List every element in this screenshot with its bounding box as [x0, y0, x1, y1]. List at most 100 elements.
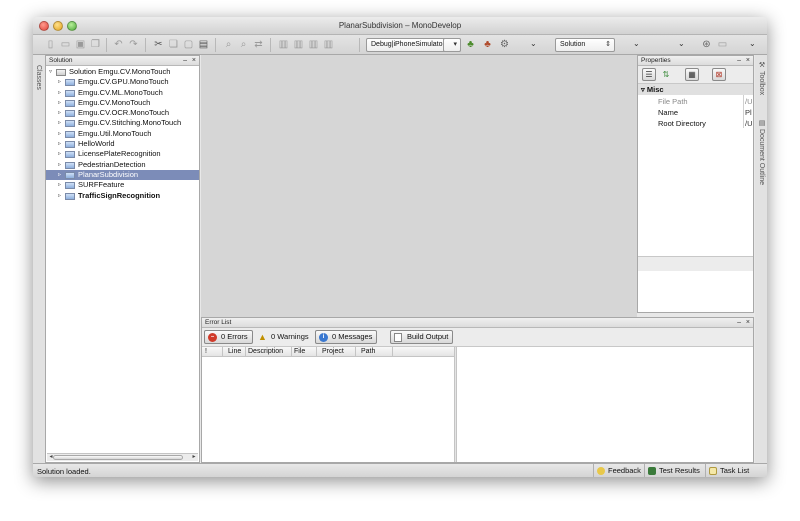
- project-node[interactable]: ▹ PedestrianDetection: [46, 160, 199, 170]
- project-node[interactable]: ▹ Emgu.CV.ML.MonoTouch: [46, 88, 199, 98]
- category-label: Misc: [646, 85, 664, 94]
- save-icon[interactable]: ▣: [75, 39, 86, 50]
- collapse-triangle-icon[interactable]: ▹: [58, 170, 61, 180]
- column-project[interactable]: Project: [322, 348, 344, 355]
- minimize-pad-icon[interactable]: –: [183, 57, 187, 64]
- toolbar-overflow-chevron-icon[interactable]: ⌄: [633, 39, 640, 48]
- cut-icon[interactable]: ✂: [153, 39, 164, 50]
- collapse-triangle-icon[interactable]: ▹: [58, 118, 61, 128]
- property-name: Root Directory: [658, 119, 706, 128]
- project-node[interactable]: ▹ HelloWorld: [46, 139, 199, 149]
- events-view-button[interactable]: ⊠: [712, 68, 726, 81]
- properties-view-button[interactable]: ▦: [685, 68, 699, 81]
- copy-icon[interactable]: ❏: [168, 39, 179, 50]
- paste-icon[interactable]: ▢: [183, 39, 194, 50]
- solution-root-node[interactable]: ▿ Solution Emgu.CV.MonoTouch: [46, 67, 199, 77]
- project-node[interactable]: ▹ TrafficSignRecognition: [46, 191, 199, 201]
- column-description[interactable]: Description: [248, 348, 283, 355]
- minimize-pad-icon[interactable]: –: [737, 57, 741, 64]
- collapse-triangle-icon[interactable]: ▹: [58, 180, 61, 190]
- collapse-triangle-icon[interactable]: ▹: [58, 88, 61, 98]
- project-node[interactable]: ▹ Emgu.CV.OCR.MonoTouch: [46, 108, 199, 118]
- collapse-triangle-icon[interactable]: ▹: [58, 139, 61, 149]
- expand-triangle-icon[interactable]: ▿: [49, 67, 52, 77]
- alphabetical-view-button[interactable]: ⇅: [659, 68, 673, 81]
- collapse-triangle-icon[interactable]: ▹: [58, 129, 61, 139]
- collapse-triangle-icon[interactable]: ▹: [58, 149, 61, 159]
- run-icon[interactable]: ⚙: [499, 39, 510, 50]
- property-row-file-path[interactable]: File Path /U: [638, 96, 753, 107]
- tree-node-label: Emgu.CV.GPU.MonoTouch: [78, 77, 169, 87]
- info-icon: i: [319, 333, 328, 342]
- collapse-triangle-icon[interactable]: ▹: [58, 160, 61, 170]
- previous-bookmark-icon[interactable]: ▥: [293, 39, 304, 50]
- project-icon: [65, 192, 75, 200]
- collapse-triangle-icon[interactable]: ▹: [58, 191, 61, 201]
- rebuild-icon[interactable]: ♣: [482, 39, 493, 50]
- solution-combo[interactable]: Solution ⇕: [555, 38, 615, 52]
- property-column-divider[interactable]: [743, 95, 744, 128]
- toolbar-overflow-chevron-icon[interactable]: ⌄: [749, 39, 756, 48]
- property-row-name[interactable]: Name Pl: [638, 107, 753, 118]
- toolbar-overflow-chevron-icon[interactable]: ⌄: [678, 39, 685, 48]
- layout-icon[interactable]: ▭: [717, 39, 728, 50]
- toolbox-pad-tab[interactable]: ⚒ Toolbox: [757, 61, 765, 95]
- replace-icon[interactable]: ⇄: [253, 39, 264, 50]
- toolbar-overflow-chevron-icon[interactable]: ⌄: [530, 39, 537, 48]
- close-pad-icon[interactable]: ×: [746, 319, 750, 326]
- column-line[interactable]: Line: [228, 348, 241, 355]
- minimize-pad-icon[interactable]: –: [737, 319, 741, 326]
- column-file[interactable]: File: [294, 348, 305, 355]
- build-icon[interactable]: ♣: [465, 39, 476, 50]
- configuration-combo-dropdown[interactable]: ▾: [443, 38, 461, 52]
- property-value: /U: [745, 119, 753, 128]
- column-path[interactable]: Path: [361, 348, 375, 355]
- title-bar[interactable]: PlanarSubdivision – MonoDevelop: [33, 17, 767, 35]
- clear-bookmarks-icon[interactable]: ▥: [323, 39, 334, 50]
- find-icon[interactable]: ⌕: [223, 39, 234, 50]
- collapse-triangle-icon[interactable]: ▹: [58, 108, 61, 118]
- help-lifebuoy-icon[interactable]: ⊛: [701, 39, 712, 50]
- classes-pad-tab[interactable]: Classes: [35, 65, 42, 90]
- column-severity[interactable]: !: [205, 348, 207, 355]
- project-node[interactable]: ▹ Emgu.CV.MonoTouch: [46, 98, 199, 108]
- solution-horizontal-scrollbar[interactable]: ◂ ▸: [47, 453, 198, 461]
- redo-icon[interactable]: ↷: [128, 39, 139, 50]
- build-output-button[interactable]: Build Output: [390, 330, 454, 344]
- property-value: /U: [745, 97, 753, 106]
- undo-icon[interactable]: ↶: [113, 39, 124, 50]
- close-pad-icon[interactable]: ×: [192, 57, 196, 64]
- tree-node-label: Emgu.CV.ML.MonoTouch: [78, 87, 163, 97]
- scroll-right-icon[interactable]: ▸: [190, 454, 198, 461]
- project-node[interactable]: ▹ SURFFeature: [46, 180, 199, 190]
- warnings-toggle-button[interactable]: ▲ 0 Warnings: [254, 330, 314, 344]
- find-next-icon[interactable]: ⌕: [238, 39, 249, 50]
- error-list-splitter[interactable]: [454, 347, 457, 462]
- properties-category-misc[interactable]: ▿ Misc: [638, 84, 753, 95]
- categorized-view-button[interactable]: ☰: [642, 68, 656, 81]
- property-row-root-directory[interactable]: Root Directory /U: [638, 118, 753, 129]
- project-node[interactable]: ▹ LicensePlateRecognition: [46, 149, 199, 159]
- next-bookmark-icon[interactable]: ▥: [308, 39, 319, 50]
- collapse-triangle-icon[interactable]: ▹: [58, 77, 61, 87]
- test-results-button[interactable]: Test Results: [644, 464, 704, 477]
- scrollbar-thumb[interactable]: [53, 455, 183, 460]
- feedback-button[interactable]: Feedback: [593, 464, 645, 477]
- solution-tree: ▿ Solution Emgu.CV.MonoTouch ▹ Emgu.CV.GPU.…: [46, 67, 199, 201]
- delete-icon[interactable]: ▤: [198, 39, 209, 50]
- project-node[interactable]: ▹ Emgu.CV.Stitching.MonoTouch: [46, 118, 199, 128]
- close-pad-icon[interactable]: ×: [746, 57, 750, 64]
- collapse-triangle-icon[interactable]: ▹: [58, 98, 61, 108]
- project-node[interactable]: ▹ Emgu.CV.GPU.MonoTouch: [46, 77, 199, 87]
- project-node[interactable]: ▹ PlanarSubdivision: [46, 169, 199, 181]
- new-file-icon[interactable]: ▯: [45, 39, 56, 50]
- document-outline-pad-tab[interactable]: ▤ Document Outline: [757, 119, 765, 185]
- messages-toggle-button[interactable]: i 0 Messages: [315, 330, 378, 344]
- warnings-label: 0 Warnings: [271, 332, 309, 341]
- toggle-bookmark-icon[interactable]: ▥: [278, 39, 289, 50]
- save-all-icon[interactable]: ❐: [90, 39, 101, 50]
- errors-toggle-button[interactable]: – 0 Errors: [204, 330, 253, 344]
- project-node[interactable]: ▹ Emgu.Util.MonoTouch: [46, 129, 199, 139]
- open-file-icon[interactable]: ▭: [60, 39, 71, 50]
- task-list-button[interactable]: Task List: [705, 464, 753, 477]
